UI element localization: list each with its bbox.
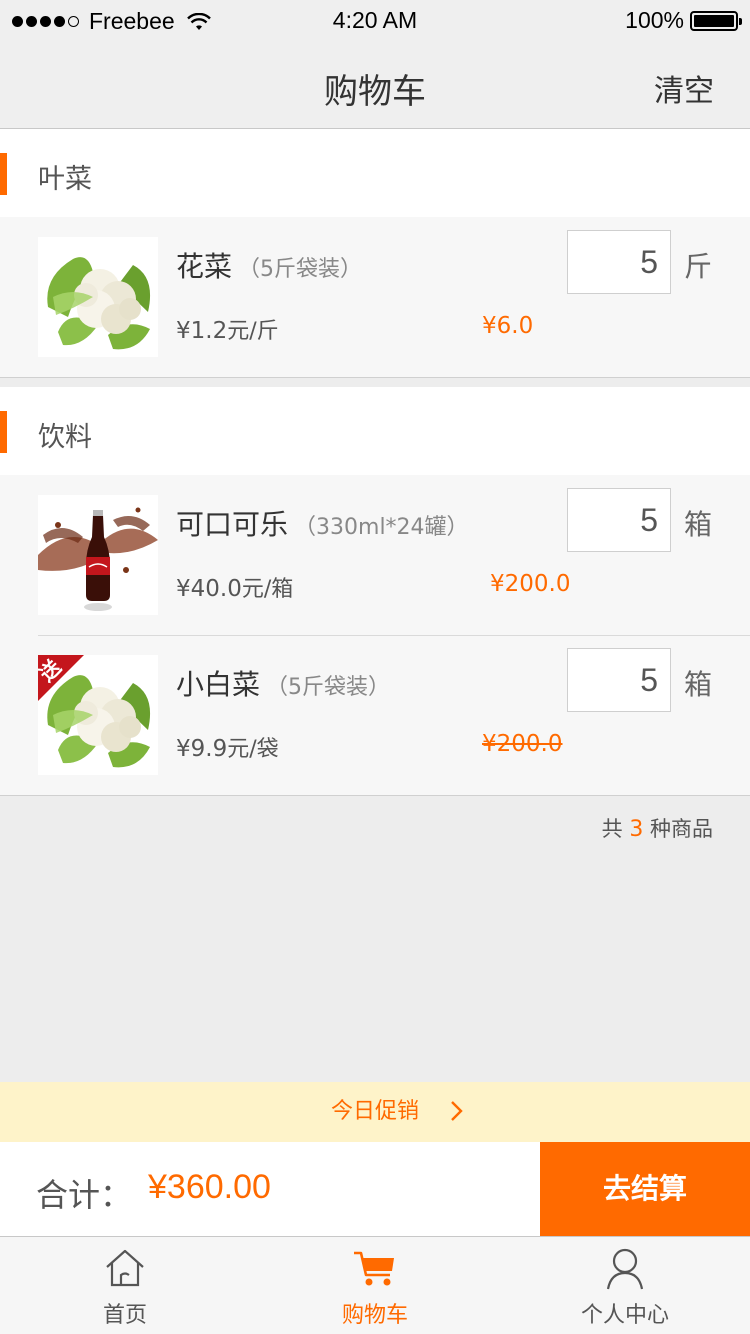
- item-spec: （5斤袋装）: [266, 675, 391, 700]
- item-name: 小白菜 （5斤袋装）: [176, 663, 390, 703]
- unit-price: ¥9.9元/袋: [176, 731, 279, 763]
- tab-home[interactable]: 首页: [0, 1237, 250, 1334]
- checkout-bar: 合计： ¥360.00 去结算: [0, 1142, 750, 1236]
- line-total-struck: ¥200.0: [482, 731, 563, 757]
- unit-price-suffix: 元/斤: [227, 319, 279, 344]
- item-name-text: 可口可乐: [176, 508, 289, 541]
- daily-promotion-link[interactable]: 今日促销: [0, 1082, 750, 1142]
- quantity-input[interactable]: 5: [567, 648, 671, 712]
- quantity-unit: 斤: [684, 250, 713, 283]
- unit-price-suffix: 元/袋: [227, 737, 279, 762]
- bok-choy-image[interactable]: 送: [38, 655, 158, 775]
- clear-cart-button[interactable]: 清空: [654, 66, 714, 110]
- total-label: 合计：: [36, 1176, 133, 1214]
- status-right: 100%: [625, 7, 742, 34]
- category-label: 叶菜: [38, 164, 92, 195]
- tab-label: 首页: [102, 1303, 147, 1328]
- page-title: 购物车: [324, 72, 426, 112]
- home-icon: [106, 1249, 144, 1287]
- line-total: ¥200.0: [490, 571, 571, 597]
- checkout-button[interactable]: 去结算: [540, 1142, 750, 1236]
- item-name: 可口可乐 （330ml*24罐）: [176, 503, 469, 543]
- category-label: 饮料: [38, 422, 92, 453]
- chevron-right-icon: [451, 1101, 463, 1121]
- unit-price: ¥40.0元/箱: [176, 571, 293, 603]
- tab-bar: 首页 购物车 个人中心: [0, 1236, 750, 1334]
- line-total: ¥6.0: [482, 313, 534, 339]
- item-group-drinks: 可口可乐 （330ml*24罐） ¥40.0元/箱 ¥200.0 5 箱 送 小…: [0, 475, 750, 796]
- tab-label: 个人中心: [580, 1303, 669, 1328]
- cart-item[interactable]: 花菜 （5斤袋装） ¥1.2元/斤 ¥6.0 5 斤: [0, 217, 750, 377]
- unit-price-value: ¥40.0: [176, 576, 242, 602]
- quantity-input[interactable]: 5: [567, 230, 671, 294]
- battery-percentage: 100%: [625, 7, 684, 33]
- tab-cart[interactable]: 购物车: [250, 1237, 500, 1334]
- item-name-text: 花菜: [176, 250, 233, 283]
- quantity-input[interactable]: 5: [567, 488, 671, 552]
- item-name-text: 小白菜: [176, 668, 261, 701]
- cart-item[interactable]: 送 小白菜 （5斤袋装） ¥9.9元/袋 ¥200.0 5 箱: [0, 635, 750, 795]
- coca-cola-image[interactable]: [38, 495, 158, 615]
- navigation-bar: 购物车 清空: [0, 40, 750, 129]
- unit-price-suffix: 元/箱: [241, 577, 294, 602]
- promo-label: 今日促销: [330, 1099, 419, 1124]
- category-accent-bar: [0, 153, 7, 195]
- item-spec: （5斤袋装）: [238, 257, 363, 282]
- item-count: 共 3 种商品: [602, 813, 713, 843]
- category-header-drinks: 饮料: [0, 387, 750, 475]
- item-count-suffix: 种商品: [650, 817, 713, 841]
- tab-profile[interactable]: 个人中心: [500, 1237, 750, 1334]
- cauliflower-image[interactable]: [38, 237, 158, 357]
- item-count-prefix: 共: [601, 817, 623, 841]
- unit-price-value: ¥1.2: [176, 318, 228, 344]
- cart-item[interactable]: 可口可乐 （330ml*24罐） ¥40.0元/箱 ¥200.0 5 箱: [0, 475, 750, 635]
- quantity-unit: 箱: [684, 668, 713, 701]
- item-spec: （330ml*24罐）: [294, 515, 469, 540]
- total-value: ¥360.00: [148, 1168, 271, 1206]
- item-group-leafy-greens: 花菜 （5斤袋装） ¥1.2元/斤 ¥6.0 5 斤: [0, 217, 750, 378]
- item-count-value: 3: [629, 817, 644, 842]
- category-header-leafy-greens: 叶菜: [0, 129, 750, 217]
- category-accent-bar: [0, 411, 7, 453]
- status-bar: Freebee 4:20 AM 100%: [0, 0, 750, 40]
- cart-icon: [354, 1251, 394, 1286]
- quantity-unit: 箱: [684, 508, 713, 541]
- unit-price: ¥1.2元/斤: [176, 313, 279, 345]
- user-icon: [606, 1248, 644, 1290]
- battery-icon: [690, 10, 742, 31]
- tab-label: 购物车: [341, 1303, 408, 1328]
- unit-price-value: ¥9.9: [176, 736, 228, 762]
- item-name: 花菜 （5斤袋装）: [176, 245, 362, 285]
